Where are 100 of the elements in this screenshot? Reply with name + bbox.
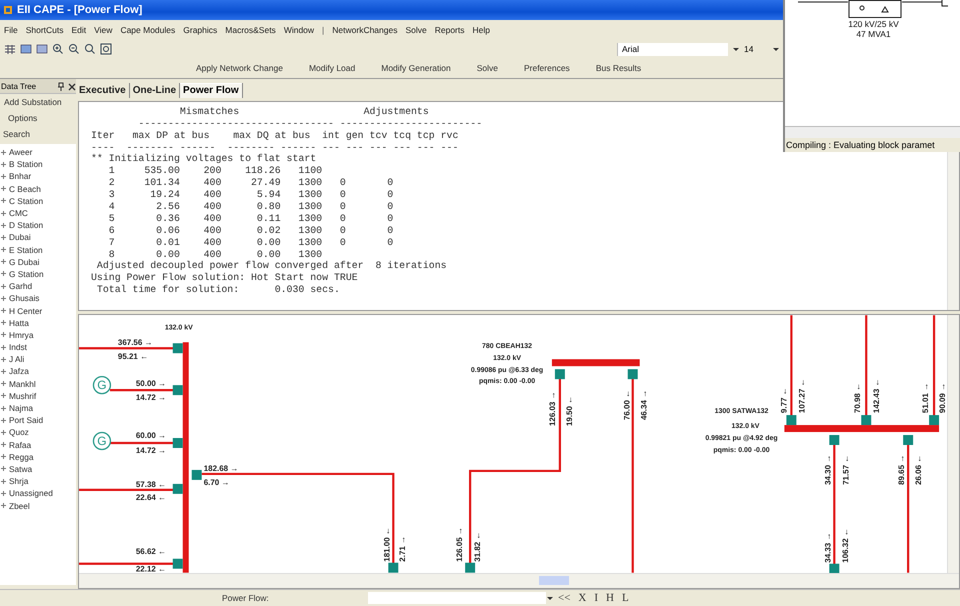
tree-item[interactable]: Mankhl — [9, 378, 36, 389]
menu-item[interactable]: Reports — [434, 25, 464, 35]
toolbar-button[interactable]: I — [590, 592, 602, 604]
command-button[interactable]: Solve — [476, 63, 498, 73]
command-button[interactable]: Apply Network Change — [196, 63, 283, 73]
grid-icon[interactable] — [4, 43, 16, 55]
tree-item[interactable]: Bnhar — [9, 171, 32, 182]
tree-item[interactable]: B Station — [9, 159, 43, 170]
menu-item[interactable]: Solve — [405, 25, 427, 35]
command-button[interactable]: Bus Results — [596, 63, 642, 73]
expand-icon[interactable] — [0, 404, 7, 412]
table-icon[interactable] — [36, 43, 48, 55]
tree-item[interactable]: Quoz — [9, 427, 29, 438]
menu-item[interactable]: Cape Modules — [120, 25, 176, 35]
expand-icon[interactable] — [0, 172, 7, 180]
tree-item[interactable]: G Station — [9, 268, 44, 279]
tree-item[interactable]: Hmrya — [9, 330, 34, 340]
expand-icon[interactable] — [0, 478, 7, 485]
caret-icon[interactable] — [732, 45, 740, 53]
toolbar-button[interactable]: H — [602, 592, 618, 604]
tree-item[interactable]: Zbeel — [9, 500, 30, 511]
menu-item[interactable]: View — [94, 25, 112, 35]
menu-item[interactable]: Graphics — [183, 25, 218, 35]
toolbar-button[interactable]: X — [574, 592, 590, 604]
zoom-out-icon[interactable] — [68, 43, 80, 55]
expand-icon[interactable] — [0, 210, 7, 217]
menu-item[interactable]: Edit — [72, 25, 86, 35]
action-link[interactable]: Options — [0, 110, 76, 126]
tab[interactable]: Executive — [76, 82, 130, 98]
font-field[interactable]: Arial — [617, 42, 728, 56]
expand-icon[interactable] — [0, 441, 7, 448]
toolbar-button[interactable]: L — [618, 592, 633, 604]
expand-icon[interactable] — [0, 270, 7, 278]
tree-item[interactable]: Regga — [9, 452, 34, 462]
tree-item[interactable]: D Station — [9, 220, 44, 230]
tree-item[interactable]: C Station — [9, 196, 44, 206]
tree-item[interactable]: Mushrif — [9, 390, 36, 401]
tree-item[interactable]: Satwa — [9, 464, 32, 474]
tree-item[interactable]: J Ali — [9, 354, 24, 364]
tree-item[interactable]: CMC — [9, 208, 28, 218]
tree-item[interactable]: G Dubai — [9, 256, 40, 267]
expand-icon[interactable] — [0, 392, 7, 400]
tree-item[interactable]: Ghusais — [9, 293, 40, 304]
close-icon[interactable] — [68, 82, 76, 90]
expand-icon[interactable] — [0, 368, 7, 375]
expand-icon[interactable] — [0, 246, 7, 254]
expand-icon[interactable] — [0, 428, 7, 436]
expand-icon[interactable] — [0, 416, 7, 424]
expand-icon[interactable] — [0, 453, 7, 460]
command-button[interactable]: Preferences — [524, 63, 570, 73]
tree-item[interactable]: E Station — [9, 244, 43, 255]
tree-item[interactable]: Shrja — [9, 476, 28, 486]
expand-icon[interactable] — [0, 331, 7, 338]
command-button[interactable]: Modify Generation — [381, 63, 451, 73]
tree-item[interactable]: H Center — [9, 306, 42, 316]
zoom-fit-icon[interactable] — [100, 43, 112, 55]
tree-item[interactable]: Dubai — [9, 232, 31, 242]
size-field[interactable]: 14 — [744, 42, 768, 56]
expand-icon[interactable] — [0, 234, 7, 241]
expand-icon[interactable] — [0, 502, 7, 510]
search-icon[interactable] — [84, 43, 96, 55]
expand-icon[interactable] — [0, 356, 7, 363]
scroll-thumb[interactable] — [539, 576, 569, 585]
tree-item[interactable]: Garhd — [9, 281, 32, 292]
tree-item[interactable]: Najma — [9, 403, 33, 414]
expand-icon[interactable] — [0, 148, 7, 156]
expand-icon[interactable] — [0, 185, 7, 192]
expand-icon[interactable] — [0, 294, 7, 302]
menu-item[interactable]: Help — [472, 25, 490, 35]
zoom-in-icon[interactable] — [52, 43, 64, 55]
tree-item[interactable]: Jafza — [9, 366, 29, 376]
expand-icon[interactable] — [0, 465, 7, 472]
menu-item[interactable]: NetworkChanges — [332, 25, 398, 35]
tree-item[interactable]: Rafaa — [9, 440, 32, 450]
tab[interactable]: Power Flow — [180, 82, 243, 98]
expand-icon[interactable] — [0, 319, 7, 326]
expand-icon[interactable] — [0, 307, 7, 314]
table-icon[interactable] — [20, 43, 32, 55]
menu-item[interactable]: Window — [284, 25, 314, 35]
app-icon[interactable] — [3, 5, 13, 15]
action-link[interactable]: Add Substation — [0, 94, 76, 110]
expand-icon[interactable] — [0, 344, 7, 351]
expand-icon[interactable] — [0, 222, 7, 229]
expand-icon[interactable] — [0, 490, 7, 497]
command-button[interactable]: Modify Load — [308, 63, 356, 73]
nav-button[interactable]: << — [554, 592, 574, 604]
expand-icon[interactable] — [0, 282, 7, 290]
tree-item[interactable]: Aweer — [9, 147, 32, 158]
tree-item[interactable]: Indst — [9, 342, 27, 352]
expand-icon[interactable] — [0, 380, 7, 388]
expand-icon[interactable] — [0, 160, 7, 168]
menu-item[interactable]: ShortCuts — [26, 25, 64, 35]
menu-item[interactable]: File — [4, 25, 18, 35]
tree-item[interactable]: Hatta — [9, 318, 29, 328]
tree-item[interactable]: Unassigned — [9, 488, 53, 498]
status-field[interactable] — [368, 592, 546, 604]
tree-item[interactable]: Port Said — [9, 415, 44, 426]
caret-icon[interactable] — [772, 45, 780, 53]
action-link[interactable]: Search — [0, 126, 76, 142]
menu-item[interactable]: Macros&Sets — [225, 25, 276, 35]
